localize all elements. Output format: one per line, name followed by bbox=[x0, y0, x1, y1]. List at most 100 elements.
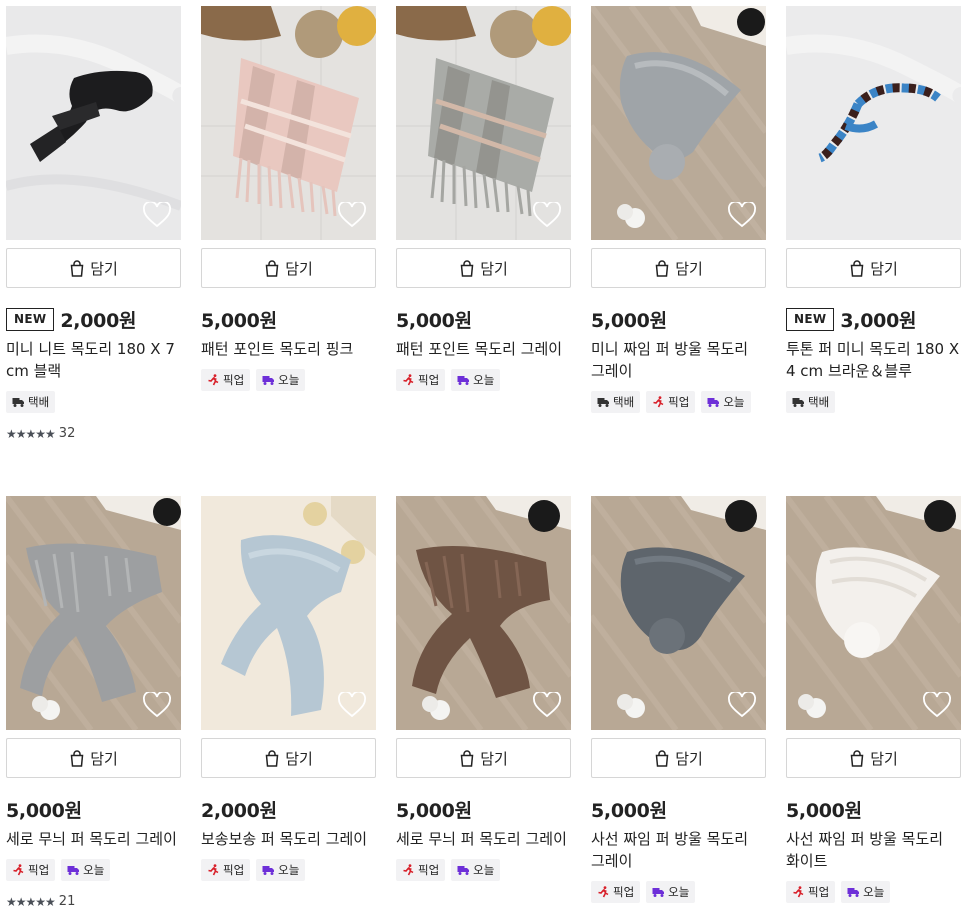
running-person-icon bbox=[208, 864, 219, 876]
heart-icon[interactable] bbox=[728, 692, 756, 718]
product-image-gray-fur-pompom-scarf[interactable] bbox=[591, 6, 766, 240]
heart-icon[interactable] bbox=[143, 692, 171, 718]
today-delivery-icon bbox=[707, 398, 720, 407]
add-to-cart-button[interactable]: 담기 bbox=[396, 738, 571, 778]
product-name[interactable]: 패턴 포인트 목도리 핑크 bbox=[201, 338, 376, 360]
today-delivery-icon bbox=[262, 376, 275, 385]
delivery-label: 택배 bbox=[613, 395, 635, 409]
today-badge: 오늘 bbox=[256, 369, 306, 391]
add-to-cart-label: 담기 bbox=[90, 259, 118, 278]
delivery-label: 택배 bbox=[28, 395, 50, 409]
shopping-bag-icon bbox=[70, 749, 84, 767]
product-image-slate-fur-pompom-scarf[interactable] bbox=[591, 496, 766, 730]
review-count: 21 bbox=[58, 894, 76, 909]
product-image-pink-plaid-scarf[interactable] bbox=[201, 6, 376, 240]
heart-icon[interactable] bbox=[923, 692, 951, 718]
product-card[interactable]: 담기 5,000원 패턴 포인트 목도리 핑크 픽업 오늘 bbox=[201, 6, 376, 391]
today-delivery-icon bbox=[652, 888, 665, 897]
add-to-cart-button[interactable]: 담기 bbox=[786, 248, 961, 288]
product-card[interactable]: 담기 5,000원 미니 짜임 퍼 방울 목도리 그레이 택배 픽업 오늘 bbox=[591, 6, 766, 413]
running-person-icon bbox=[653, 396, 664, 408]
product-name[interactable]: 사선 짜임 퍼 방울 목도리 그레이 bbox=[591, 828, 766, 872]
add-to-cart-label: 담기 bbox=[285, 749, 313, 768]
heart-icon[interactable] bbox=[728, 202, 756, 228]
truck-icon bbox=[792, 398, 804, 407]
product-image-white-fur-pompom-scarf[interactable] bbox=[786, 496, 961, 730]
product-card[interactable]: 담기 NEW 3,000원 투톤 퍼 미니 목도리 180 X 4 cm 브라운… bbox=[786, 6, 961, 413]
today-badge: 오늘 bbox=[61, 859, 111, 881]
today-label: 오늘 bbox=[723, 395, 745, 409]
product-price: 3,000원 bbox=[840, 309, 917, 332]
running-person-icon bbox=[793, 886, 804, 898]
product-name[interactable]: 보송보송 퍼 목도리 그레이 bbox=[201, 828, 376, 850]
today-label: 오늘 bbox=[83, 863, 105, 877]
product-card[interactable]: 담기 5,000원 사선 짜임 퍼 방울 목도리 그레이 픽업 오늘 bbox=[591, 496, 766, 903]
running-person-icon bbox=[208, 374, 219, 386]
heart-icon[interactable] bbox=[923, 202, 951, 228]
pickup-badge: 픽업 bbox=[396, 369, 446, 391]
product-name[interactable]: 사선 짜임 퍼 방울 목도리 화이트 bbox=[786, 828, 961, 872]
shopping-bag-icon bbox=[265, 749, 279, 767]
shopping-bag-icon bbox=[70, 259, 84, 277]
today-delivery-icon bbox=[847, 888, 860, 897]
add-to-cart-label: 담기 bbox=[870, 749, 898, 768]
product-name[interactable]: 패턴 포인트 목도리 그레이 bbox=[396, 338, 571, 360]
product-card[interactable]: 담기 5,000원 세로 무늬 퍼 목도리 그레이 픽업 오늘 bbox=[396, 496, 571, 881]
product-image-gray-plaid-scarf[interactable] bbox=[396, 6, 571, 240]
truck-icon bbox=[597, 398, 609, 407]
product-price: 5,000원 bbox=[6, 799, 82, 822]
review-count: 32 bbox=[58, 426, 76, 441]
today-badge: 오늘 bbox=[256, 859, 306, 881]
add-to-cart-button[interactable]: 담기 bbox=[591, 738, 766, 778]
pickup-badge: 픽업 bbox=[6, 859, 56, 881]
shopping-bag-icon bbox=[265, 259, 279, 277]
add-to-cart-button[interactable]: 담기 bbox=[786, 738, 961, 778]
today-label: 오늘 bbox=[278, 373, 300, 387]
pickup-badge: 픽업 bbox=[201, 859, 251, 881]
product-card[interactable]: 담기 5,000원 패턴 포인트 목도리 그레이 픽업 오늘 bbox=[396, 6, 571, 391]
product-price: 5,000원 bbox=[396, 309, 472, 332]
product-name[interactable]: 세로 무늬 퍼 목도리 그레이 bbox=[396, 828, 571, 850]
product-row: 담기 5,000원 세로 무늬 퍼 목도리 그레이 픽업 오늘 ★★★★★ 21 bbox=[6, 496, 966, 921]
pickup-label: 픽업 bbox=[613, 885, 635, 899]
heart-icon[interactable] bbox=[143, 202, 171, 228]
add-to-cart-button[interactable]: 담기 bbox=[6, 738, 181, 778]
add-to-cart-button[interactable]: 담기 bbox=[591, 248, 766, 288]
pickup-label: 픽업 bbox=[223, 863, 245, 877]
product-card[interactable]: 담기 5,000원 세로 무늬 퍼 목도리 그레이 픽업 오늘 ★★★★★ 21 bbox=[6, 496, 181, 909]
product-card[interactable]: 담기 NEW 2,000원 미니 니트 목도리 180 X 7 cm 블랙 택배… bbox=[6, 6, 181, 441]
today-delivery-icon bbox=[67, 866, 80, 875]
pickup-badge: 픽업 bbox=[646, 391, 696, 413]
add-to-cart-button[interactable]: 담기 bbox=[396, 248, 571, 288]
add-to-cart-button[interactable]: 담기 bbox=[201, 248, 376, 288]
delivery-badge: 택배 bbox=[6, 391, 56, 413]
product-card[interactable]: 담기 5,000원 사선 짜임 퍼 방울 목도리 화이트 픽업 오늘 bbox=[786, 496, 961, 903]
shopping-bag-icon bbox=[460, 259, 474, 277]
heart-icon[interactable] bbox=[533, 692, 561, 718]
shopping-bag-icon bbox=[655, 749, 669, 767]
product-image-black-knit-scarf[interactable] bbox=[6, 6, 181, 240]
product-price: 2,000원 bbox=[201, 799, 277, 822]
new-badge: NEW bbox=[786, 307, 835, 331]
product-rating: ★★★★★ 32 bbox=[6, 426, 75, 441]
heart-icon[interactable] bbox=[338, 202, 366, 228]
truck-icon bbox=[12, 398, 24, 407]
product-name[interactable]: 미니 니트 목도리 180 X 7 cm 블랙 bbox=[6, 338, 181, 382]
product-name[interactable]: 미니 짜임 퍼 방울 목도리 그레이 bbox=[591, 338, 766, 382]
product-card[interactable]: 담기 2,000원 보송보송 퍼 목도리 그레이 픽업 오늘 bbox=[201, 496, 376, 881]
heart-icon[interactable] bbox=[533, 202, 561, 228]
heart-icon[interactable] bbox=[338, 692, 366, 718]
add-to-cart-label: 담기 bbox=[675, 259, 703, 278]
add-to-cart-button[interactable]: 담기 bbox=[201, 738, 376, 778]
product-image-brown-blue-stripe-scarf[interactable] bbox=[786, 6, 961, 240]
pickup-label: 픽업 bbox=[418, 863, 440, 877]
today-label: 오늘 bbox=[668, 885, 690, 899]
add-to-cart-button[interactable]: 담기 bbox=[6, 248, 181, 288]
product-name[interactable]: 투톤 퍼 미니 목도리 180 X 4 cm 브라운＆블루 bbox=[786, 338, 961, 382]
product-price: 5,000원 bbox=[396, 799, 472, 822]
product-name[interactable]: 세로 무늬 퍼 목도리 그레이 bbox=[6, 828, 181, 850]
add-to-cart-label: 담기 bbox=[675, 749, 703, 768]
product-image-light-blue-fur-scarf[interactable] bbox=[201, 496, 376, 730]
product-image-brown-ribbed-fur-scarf[interactable] bbox=[396, 496, 571, 730]
product-image-gray-ribbed-fur-scarf[interactable] bbox=[6, 496, 181, 730]
